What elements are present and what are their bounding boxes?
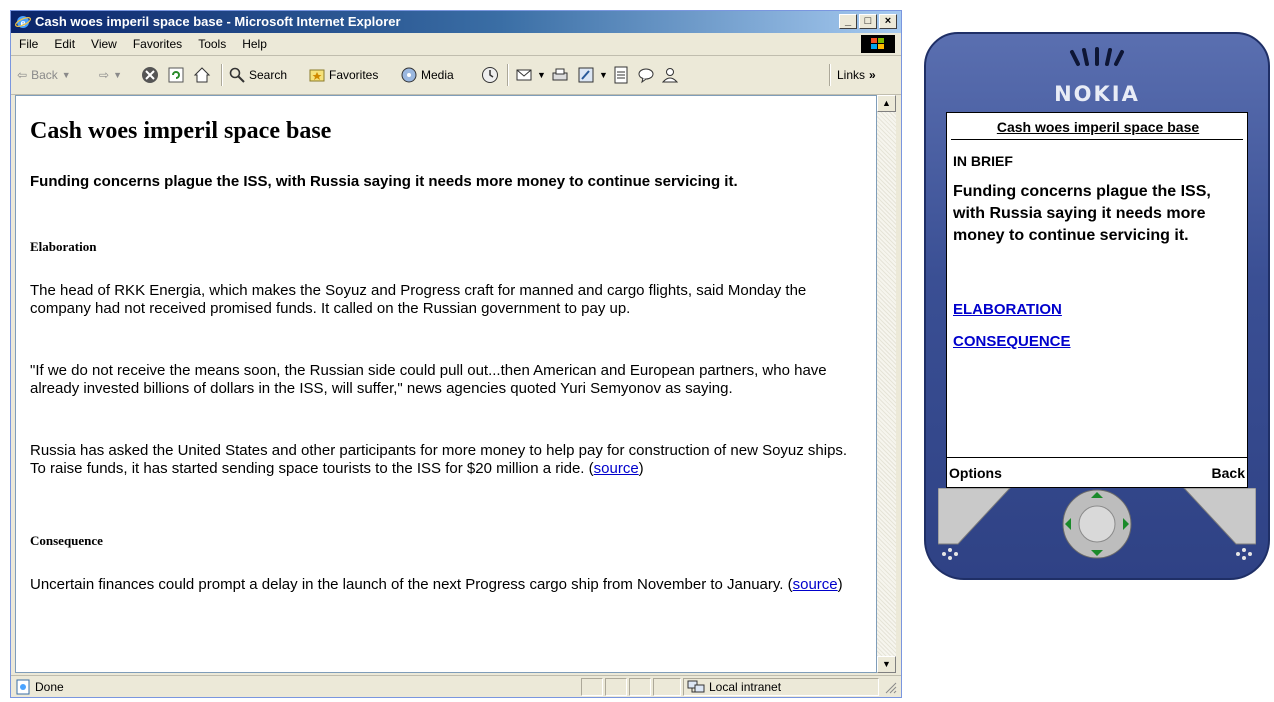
screen-summary: Funding concerns plague the ISS, with Ru…: [953, 183, 1211, 244]
back-softkey[interactable]: Back: [1212, 465, 1245, 481]
edit-icon: [578, 67, 594, 83]
menu-view[interactable]: View: [83, 33, 125, 55]
consequence-heading: Consequence: [30, 533, 103, 548]
title-bar[interactable]: e Cash woes imperil space base - Microso…: [11, 11, 901, 33]
media-button[interactable]: Media: [401, 64, 454, 86]
forward-button[interactable]: ⇨ ▼: [99, 64, 122, 86]
security-zone: Local intranet: [687, 679, 781, 695]
speech-bubble-icon: [638, 68, 654, 84]
maximize-button[interactable]: □: [859, 14, 877, 29]
mail-icon: [516, 69, 532, 81]
menu-favorites[interactable]: Favorites: [125, 33, 190, 55]
scroll-down-button[interactable]: ▼: [877, 656, 896, 673]
browser-window: e Cash woes imperil space base - Microso…: [10, 10, 902, 698]
document-icon: [614, 66, 628, 84]
back-button[interactable]: ⇦ Back ▼: [17, 64, 71, 86]
media-icon: [401, 67, 417, 83]
contacts-button[interactable]: [661, 64, 679, 86]
menu-help[interactable]: Help: [234, 33, 275, 55]
in-brief-label: IN BRIEF: [953, 153, 1013, 169]
stop-icon: [142, 67, 158, 83]
toolbar: ⇦ Back ▼ ⇨ ▼ Search Favorites Media ▼ ▼ …: [11, 56, 901, 95]
phone-screen: Cash woes imperil space base IN BRIEF Fu…: [946, 112, 1248, 488]
phone-keypad: [938, 488, 1256, 560]
source-link[interactable]: source: [594, 460, 639, 477]
keypad-dots-right-icon: [1236, 548, 1252, 560]
mail-button[interactable]: ▼: [515, 64, 546, 86]
chevron-down-icon: ▼: [599, 70, 608, 80]
print-button[interactable]: [551, 64, 569, 86]
paragraph-1: The head of RKK Energia, which makes the…: [30, 282, 807, 317]
status-bar: Done Local intranet: [11, 675, 901, 698]
left-softkey-button[interactable]: [938, 488, 1011, 545]
article-title: Cash woes imperil space base: [30, 118, 332, 144]
consequence-link[interactable]: CONSEQUENCE: [953, 333, 1071, 350]
status-done: Done: [15, 679, 64, 695]
edit-button[interactable]: ▼: [577, 64, 608, 86]
messenger-button[interactable]: [637, 64, 655, 86]
print-icon: [552, 68, 568, 81]
nokia-phone-emulator: NOKIA Cash woes imperil space base IN BR…: [924, 32, 1270, 580]
windows-logo-icon: [861, 35, 895, 53]
links-button[interactable]: Links »: [837, 64, 876, 86]
menu-bar: File Edit View Favorites Tools Help: [11, 33, 901, 56]
user-icon: [661, 68, 679, 83]
home-button[interactable]: [193, 64, 211, 86]
vertical-scrollbar[interactable]: ▲ ▼: [877, 95, 896, 673]
window-title: Cash woes imperil space base - Microsoft…: [35, 14, 401, 29]
page-icon: [16, 679, 30, 695]
discuss-button[interactable]: [613, 64, 629, 86]
refresh-icon: [168, 67, 184, 83]
screen-title: Cash woes imperil space base: [996, 119, 1200, 135]
internet-explorer-icon: e: [15, 16, 31, 29]
source-link[interactable]: source: [793, 576, 838, 593]
right-softkey-button[interactable]: [1183, 488, 1256, 545]
speaker-icon: [1070, 47, 1124, 66]
chevron-down-icon: ▼: [537, 70, 546, 80]
search-icon: [229, 67, 245, 83]
chevron-down-icon: ▼: [61, 70, 71, 80]
favorites-button[interactable]: Favorites: [309, 64, 378, 86]
navigation-pad[interactable]: [1062, 489, 1132, 559]
scroll-up-button[interactable]: ▲: [877, 95, 896, 112]
menu-tools[interactable]: Tools: [190, 33, 234, 55]
resize-grip-icon[interactable]: [883, 680, 897, 694]
chevron-right-icon: »: [869, 68, 876, 82]
home-icon: [193, 67, 211, 83]
paragraph-2: "If we do not receive the means soon, th…: [30, 362, 827, 397]
menu-edit[interactable]: Edit: [46, 33, 83, 55]
favorites-icon: [309, 69, 325, 82]
keypad-dots-left-icon: [942, 548, 958, 560]
elaboration-link[interactable]: ELABORATION: [953, 301, 1062, 318]
chevron-down-icon: ▼: [113, 70, 122, 80]
history-icon: [482, 67, 498, 83]
phone-brand: NOKIA: [1054, 82, 1140, 106]
options-softkey[interactable]: Options: [949, 465, 1002, 481]
paragraph-4: Uncertain finances could prompt a delay …: [30, 576, 843, 593]
intranet-icon: [687, 680, 705, 693]
history-button[interactable]: [481, 64, 499, 86]
page-content: Cash woes imperil space base Funding con…: [15, 95, 877, 673]
back-arrow-icon: ⇦: [17, 68, 28, 82]
minimize-button[interactable]: _: [839, 14, 857, 29]
article-lead: Funding concerns plague the ISS, with Ru…: [30, 173, 738, 190]
menu-file[interactable]: File: [11, 33, 46, 55]
paragraph-3: Russia has asked the United States and o…: [30, 442, 848, 477]
search-button[interactable]: Search: [229, 64, 287, 86]
stop-button[interactable]: [141, 64, 159, 86]
forward-arrow-icon: ⇨: [99, 68, 110, 82]
elaboration-heading: Elaboration: [30, 239, 97, 254]
refresh-button[interactable]: [167, 64, 185, 86]
close-button[interactable]: ×: [879, 14, 897, 29]
